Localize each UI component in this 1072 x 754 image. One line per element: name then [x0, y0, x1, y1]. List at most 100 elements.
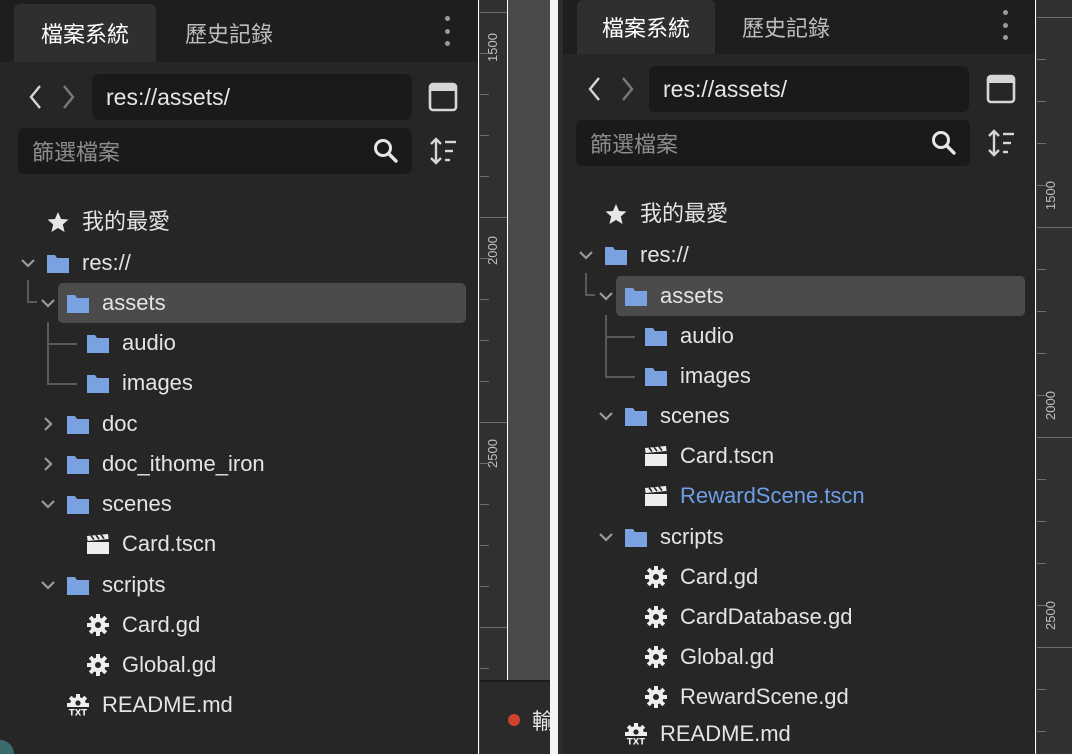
clapperboard-icon [87, 534, 109, 554]
chevron-down-icon[interactable] [597, 528, 615, 546]
vertical-ruler-left: 1500 2000 2500 [479, 0, 507, 754]
sort-icon[interactable] [428, 136, 458, 166]
tree-item-global-gd[interactable]: Global.gd [0, 645, 466, 685]
clapperboard-icon [645, 486, 667, 506]
tree-item-label: scenes [660, 403, 730, 428]
ruler-tick [1037, 101, 1046, 102]
chevron-down-icon[interactable] [39, 576, 57, 594]
tree-item-scenes[interactable]: scenes [563, 396, 1025, 436]
tree-item-favorites[interactable]: 我的最愛 [0, 202, 466, 242]
tree-item-audio[interactable]: audio [563, 316, 1025, 356]
filter-files-input[interactable]: 篩選檔案 [18, 128, 412, 174]
dock-tab-bar: 檔案系統 歷史記錄 [0, 0, 478, 62]
ruler-tick [480, 217, 507, 218]
tree-item-readme[interactable]: TXT README.md [0, 685, 466, 725]
tree-item-label: audio [122, 330, 176, 355]
gear-icon [87, 614, 109, 636]
filter-files-input[interactable]: 篩選檔案 [576, 120, 970, 166]
svg-text:TXT: TXT [627, 738, 645, 746]
tree-item-res-root[interactable]: res:// [563, 235, 1025, 275]
chevron-right-icon[interactable] [39, 415, 57, 433]
filesystem-dock-left: 檔案系統 歷史記錄 res://assets/ 篩選檔案 我的最愛 res://… [0, 0, 478, 754]
ruler-tick [1037, 395, 1046, 396]
chevron-down-icon[interactable] [577, 246, 595, 264]
tree-item-label: images [122, 370, 193, 395]
ruler-tick [480, 12, 507, 13]
search-icon[interactable] [372, 137, 400, 165]
tree-item-rewardscene-tscn[interactable]: RewardScene.tscn [563, 476, 1025, 516]
tree-item-carddatabase-gd[interactable]: CardDatabase.gd [563, 597, 1025, 637]
ruler-tick [1037, 479, 1046, 480]
chevron-down-icon[interactable] [597, 287, 615, 305]
tree-item-card-gd[interactable]: Card.gd [563, 557, 1025, 597]
back-arrow-icon[interactable] [26, 82, 46, 112]
tree-item-scripts[interactable]: scripts [563, 517, 1025, 557]
tree-item-label: Card.gd [122, 612, 201, 637]
tree-guide-line [585, 273, 587, 295]
tree-item-label: 我的最愛 [640, 201, 729, 226]
tree-item-doc[interactable]: doc [0, 404, 466, 444]
tree-item-audio[interactable]: audio [0, 323, 466, 363]
ruler-tick [480, 545, 489, 546]
tree-item-rewardscene-gd[interactable]: RewardScene.gd [563, 677, 1025, 717]
tree-item-card-tscn[interactable]: Card.tscn [563, 436, 1025, 476]
tree-item-scripts[interactable]: scripts [0, 565, 466, 605]
gear-icon [645, 606, 667, 628]
chevron-down-icon[interactable] [19, 254, 37, 272]
ruler-tick [480, 53, 489, 54]
txt-file-icon: TXT [624, 723, 648, 745]
record-dot-icon [508, 714, 520, 726]
gear-icon [645, 686, 667, 708]
tree-item-card-gd[interactable]: Card.gd [0, 605, 466, 645]
chevron-down-icon[interactable] [597, 407, 615, 425]
tab-history[interactable]: 歷史記錄 [164, 4, 294, 62]
tree-item-res-root[interactable]: res:// [0, 243, 466, 283]
chevron-right-icon[interactable] [39, 455, 57, 473]
tree-item-readme[interactable]: TXT README.md [563, 714, 1025, 754]
folder-icon [67, 295, 89, 313]
tree-item-images[interactable]: images [563, 356, 1025, 396]
back-arrow-icon[interactable] [585, 74, 605, 104]
chevron-down-icon[interactable] [39, 294, 57, 312]
tree-item-label: RewardScene.gd [680, 684, 849, 709]
tree-item-images[interactable]: images [0, 363, 466, 403]
tree-item-global-gd[interactable]: Global.gd [563, 637, 1025, 677]
folder-icon [67, 577, 89, 595]
ruler-tick [480, 258, 489, 259]
tree-item-scenes[interactable]: scenes [0, 484, 466, 524]
ruler-tick [480, 340, 489, 341]
toggle-split-view-icon[interactable] [986, 74, 1016, 104]
forward-arrow-icon[interactable] [58, 82, 78, 112]
more-options-icon[interactable] [443, 16, 451, 46]
ruler-tick [480, 463, 489, 464]
bottom-panel-bar: 輸 [480, 680, 550, 754]
ruler-tick [1037, 227, 1072, 228]
tree-item-label: scripts [102, 572, 166, 597]
sort-icon[interactable] [986, 128, 1016, 158]
tree-item-label: Card.tscn [122, 531, 217, 556]
tab-filesystem[interactable]: 檔案系統 [577, 0, 715, 54]
bottom-panel-tab[interactable]: 輸 [532, 704, 550, 736]
toggle-split-view-icon[interactable] [428, 82, 458, 112]
path-field[interactable]: res://assets/ [92, 74, 412, 120]
screenshot-divider [550, 0, 558, 754]
tree-item-assets[interactable]: assets [616, 276, 1025, 316]
ruler-tick [480, 176, 489, 177]
chevron-down-icon[interactable] [39, 495, 57, 513]
folder-icon [87, 375, 109, 393]
tab-history[interactable]: 歷史記錄 [721, 0, 851, 54]
tree-item-favorites[interactable]: 我的最愛 [563, 194, 1025, 234]
tree-item-doc-ithome-iron[interactable]: doc_ithome_iron [0, 444, 466, 484]
tree-item-label: 我的最愛 [82, 209, 171, 234]
path-field[interactable]: res://assets/ [649, 66, 969, 112]
tab-filesystem[interactable]: 檔案系統 [14, 4, 156, 62]
tree-item-assets[interactable]: assets [58, 283, 466, 323]
tree-item-card-tscn[interactable]: Card.tscn [0, 524, 466, 564]
ruler-tick [1037, 605, 1046, 606]
folder-icon [67, 456, 89, 474]
forward-arrow-icon[interactable] [617, 74, 637, 104]
more-options-icon[interactable] [1001, 10, 1009, 40]
search-icon[interactable] [930, 129, 958, 157]
ruler-tick [1037, 185, 1046, 186]
gear-icon [645, 646, 667, 668]
